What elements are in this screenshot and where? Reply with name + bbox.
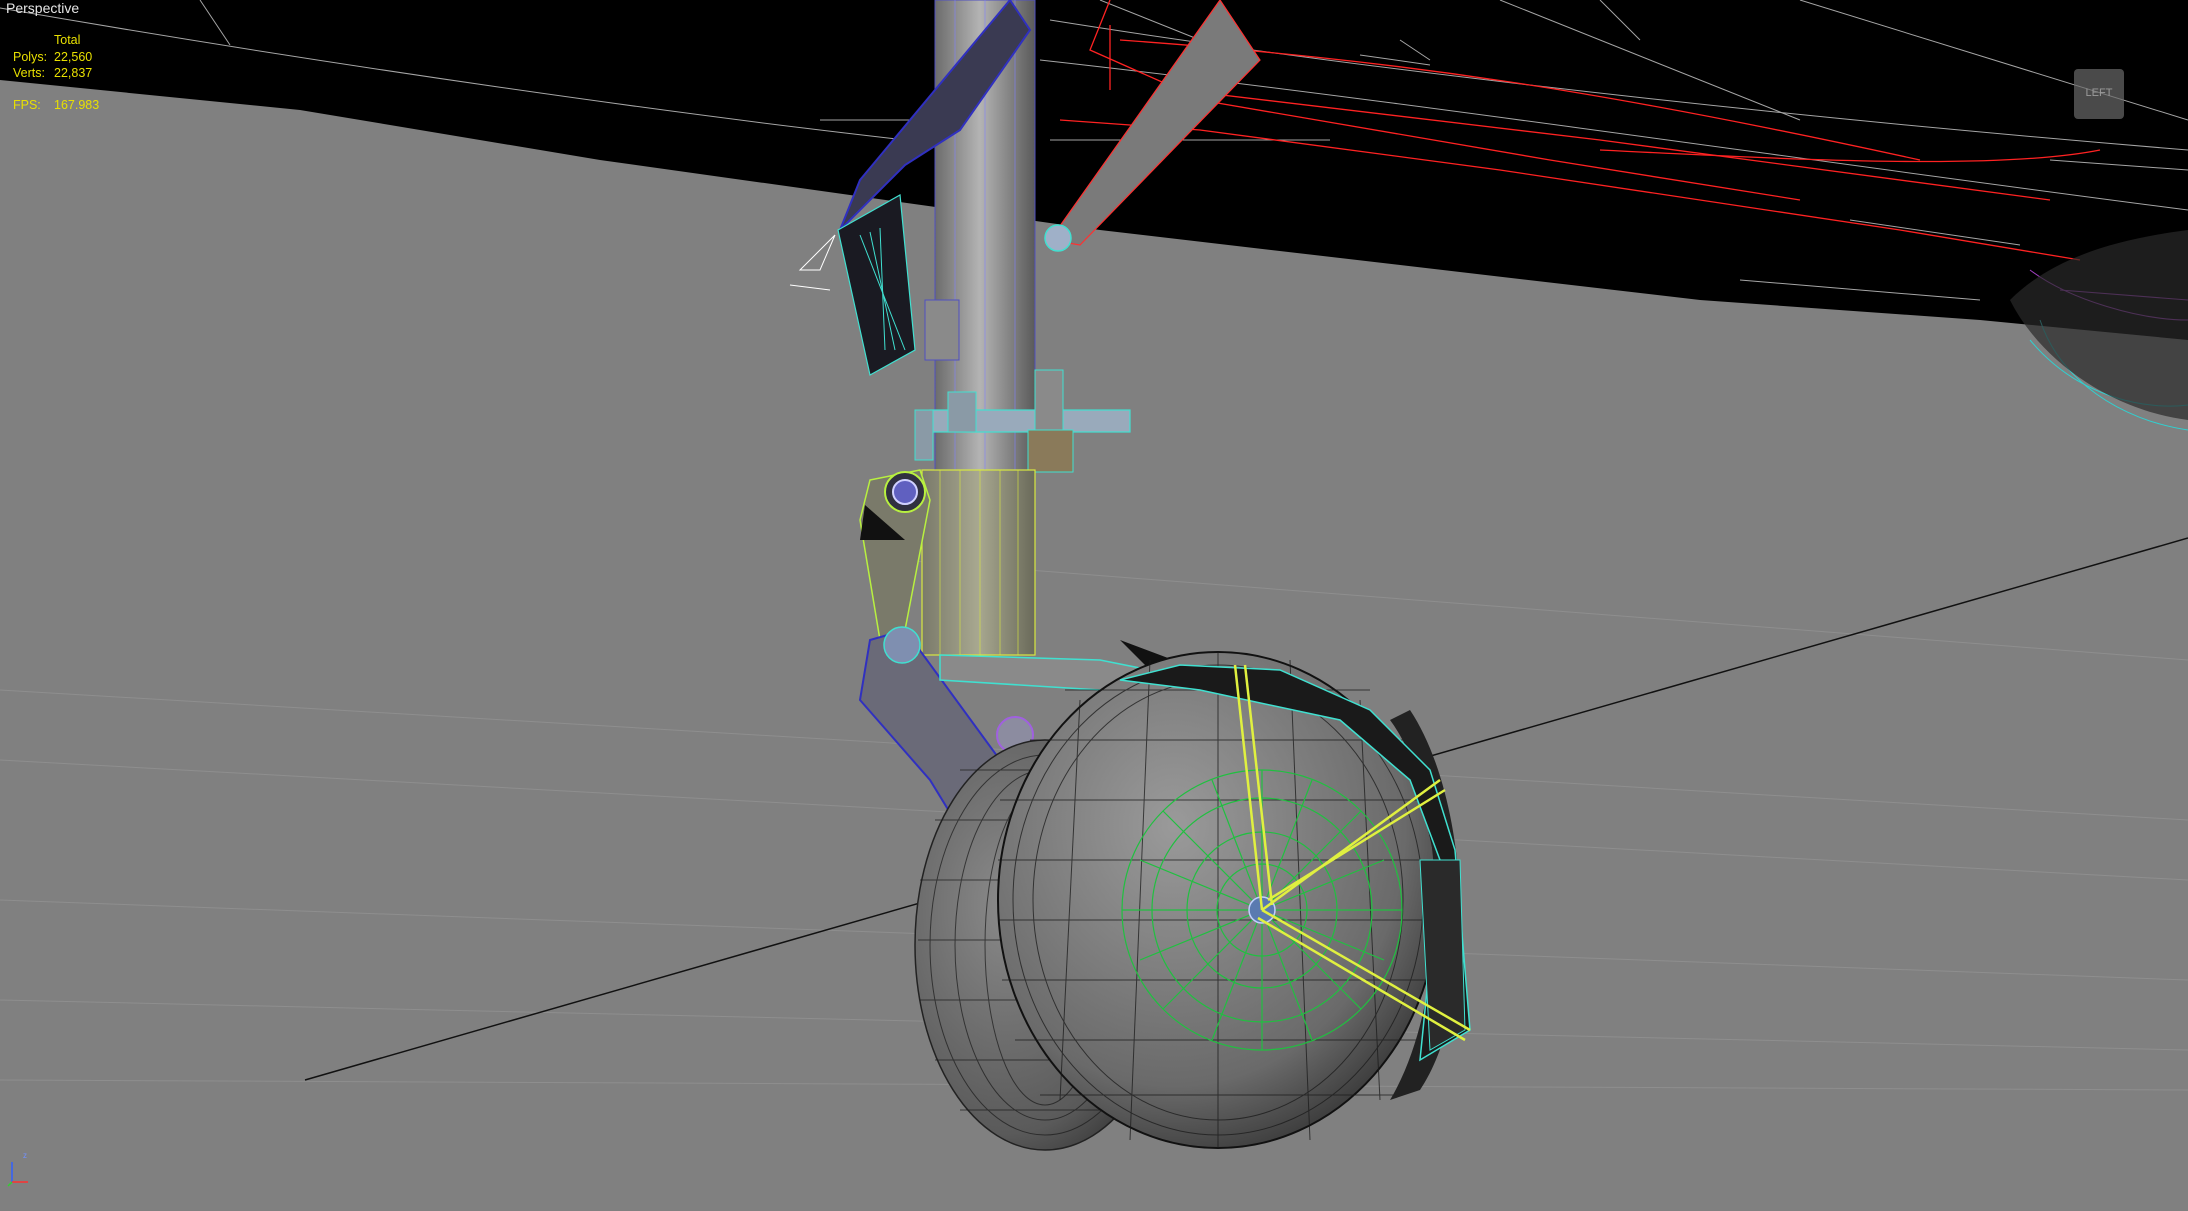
torque-pivot-mid — [883, 626, 921, 664]
verts-value: 22,837 — [54, 66, 93, 80]
door-panel-lower — [837, 194, 916, 376]
axis-tripod-icon: z — [7, 1151, 28, 1187]
wing-surface — [0, 0, 2188, 340]
axis-z-label: z — [23, 1151, 27, 1160]
polys-label: Polys: — [13, 49, 48, 64]
brace-joint — [1044, 224, 1072, 252]
rod-end2 — [914, 409, 934, 461]
rod-end — [1027, 429, 1074, 473]
viewcube[interactable]: LEFT — [2066, 61, 2130, 121]
3d-scene-render[interactable] — [0, 0, 2188, 1211]
polys-value: 22,560 — [54, 49, 93, 64]
viewport-label[interactable]: Perspective — [6, 0, 79, 16]
strut-collar — [924, 299, 960, 361]
perspective-viewport[interactable]: Perspective Total Polys: 22,560 Verts: 22,… — [0, 0, 2188, 1211]
fps-label: FPS: — [13, 97, 41, 112]
viewcube-label: LEFT — [2085, 87, 2113, 99]
stats-header: Total — [54, 33, 81, 47]
fps-value: 167.983 — [54, 97, 100, 112]
verts-label: Verts: — [13, 66, 45, 80]
statistics-overlay: Total Polys: 22,560 Verts: 22,837 FPS: 167.… — [13, 32, 99, 113]
rod-bracket-left — [947, 391, 977, 433]
